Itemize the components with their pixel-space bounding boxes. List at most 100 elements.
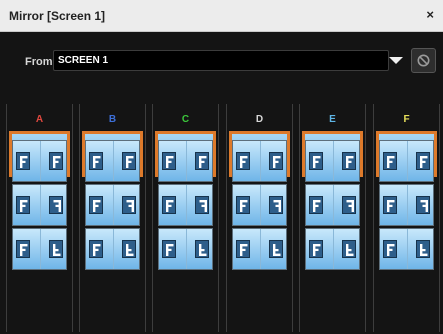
layout-option-mirror-right-vertical[interactable] <box>305 228 360 270</box>
layout-right-glyph <box>416 196 430 214</box>
F-glyph-icon <box>53 244 61 256</box>
column-d: DNONE <box>226 104 293 332</box>
from-label: From <box>25 56 53 68</box>
column-label: A <box>35 114 44 125</box>
layout-option-normal[interactable] <box>379 140 434 182</box>
layout-divider <box>112 141 114 181</box>
F-glyph-icon <box>126 156 134 168</box>
layout-option-normal[interactable] <box>12 140 67 182</box>
layout-option-mirror-right-vertical[interactable] <box>158 228 213 270</box>
F-glyph-icon <box>93 244 101 256</box>
layout-option-normal[interactable] <box>85 140 140 182</box>
from-source-value: SCREEN 1 <box>58 55 109 66</box>
layout-right-glyph <box>269 152 283 170</box>
F-glyph-icon <box>387 200 395 212</box>
mirror-panel: From SCREEN 1 ANONEBNONECNONEDNONEENONEF… <box>0 32 443 334</box>
column-label: F <box>403 114 410 125</box>
layout-divider <box>332 141 334 181</box>
window-title: Mirror [Screen 1] <box>9 9 106 23</box>
layout-left-glyph <box>89 240 103 258</box>
title-bar: Mirror [Screen 1] × <box>0 0 443 32</box>
F-glyph-icon <box>420 200 428 212</box>
layout-left-glyph <box>236 196 250 214</box>
layout-divider <box>112 185 114 225</box>
layout-left-glyph <box>162 240 176 258</box>
layout-divider <box>332 229 334 269</box>
layout-left-glyph <box>309 196 323 214</box>
column-label: D <box>255 114 264 125</box>
F-glyph-icon <box>273 156 281 168</box>
F-glyph-icon <box>20 156 28 168</box>
F-glyph-icon <box>93 156 101 168</box>
F-glyph-icon <box>346 156 354 168</box>
layout-divider <box>406 229 408 269</box>
F-glyph-icon <box>20 244 28 256</box>
F-glyph-icon <box>93 200 101 212</box>
F-glyph-icon <box>166 244 174 256</box>
layout-option-mirror-right-vertical[interactable] <box>12 228 67 270</box>
layout-right-glyph <box>416 152 430 170</box>
layout-option-normal[interactable] <box>232 140 287 182</box>
F-glyph-icon <box>420 244 428 256</box>
layout-right-glyph <box>195 240 209 258</box>
F-glyph-icon <box>313 200 321 212</box>
layout-left-glyph <box>16 152 30 170</box>
layout-right-glyph <box>342 240 356 258</box>
layout-option-mirror-right-horizontal[interactable] <box>158 184 213 226</box>
layout-left-glyph <box>236 152 250 170</box>
layout-left-glyph <box>16 196 30 214</box>
layout-left-glyph <box>309 152 323 170</box>
layout-right-glyph <box>269 240 283 258</box>
layout-option-mirror-right-vertical[interactable] <box>232 228 287 270</box>
layout-left-glyph <box>236 240 250 258</box>
column-f: FNONE <box>373 104 440 332</box>
layout-divider <box>259 141 261 181</box>
layout-divider <box>406 185 408 225</box>
layout-right-glyph <box>195 152 209 170</box>
column-e: ENONE <box>299 104 366 332</box>
layout-option-mirror-right-horizontal[interactable] <box>379 184 434 226</box>
layout-right-glyph <box>342 152 356 170</box>
layout-left-glyph <box>383 196 397 214</box>
layout-option-mirror-right-horizontal[interactable] <box>232 184 287 226</box>
layout-right-glyph <box>342 196 356 214</box>
disable-button[interactable] <box>411 48 436 73</box>
from-source-select[interactable]: SCREEN 1 <box>53 50 389 71</box>
F-glyph-icon <box>199 156 207 168</box>
F-glyph-icon <box>199 244 207 256</box>
layout-option-mirror-right-vertical[interactable] <box>85 228 140 270</box>
column-c: CNONE <box>152 104 219 332</box>
column-a: ANONE <box>6 104 73 332</box>
F-glyph-icon <box>313 156 321 168</box>
F-glyph-icon <box>420 156 428 168</box>
close-icon[interactable]: × <box>426 7 434 22</box>
column-b: BNONE <box>79 104 146 332</box>
F-glyph-icon <box>346 244 354 256</box>
layout-option-normal[interactable] <box>305 140 360 182</box>
layout-divider <box>185 229 187 269</box>
F-glyph-icon <box>240 200 248 212</box>
column-label: E <box>329 114 336 125</box>
layout-right-glyph <box>122 196 136 214</box>
layout-right-glyph <box>49 196 63 214</box>
F-glyph-icon <box>273 200 281 212</box>
layout-option-mirror-right-horizontal[interactable] <box>305 184 360 226</box>
F-glyph-icon <box>53 200 61 212</box>
layout-option-mirror-right-horizontal[interactable] <box>12 184 67 226</box>
triangle-down-icon[interactable] <box>389 57 403 64</box>
column-label: C <box>181 114 190 125</box>
layout-left-glyph <box>383 152 397 170</box>
layout-right-glyph <box>49 152 63 170</box>
layout-divider <box>406 141 408 181</box>
F-glyph-icon <box>313 244 321 256</box>
layout-right-glyph <box>49 240 63 258</box>
layout-option-mirror-right-vertical[interactable] <box>379 228 434 270</box>
layout-divider <box>259 229 261 269</box>
layout-right-glyph <box>416 240 430 258</box>
F-glyph-icon <box>20 200 28 212</box>
layout-option-normal[interactable] <box>158 140 213 182</box>
layout-divider <box>185 185 187 225</box>
F-glyph-icon <box>126 200 134 212</box>
layout-option-mirror-right-horizontal[interactable] <box>85 184 140 226</box>
layout-right-glyph <box>269 196 283 214</box>
